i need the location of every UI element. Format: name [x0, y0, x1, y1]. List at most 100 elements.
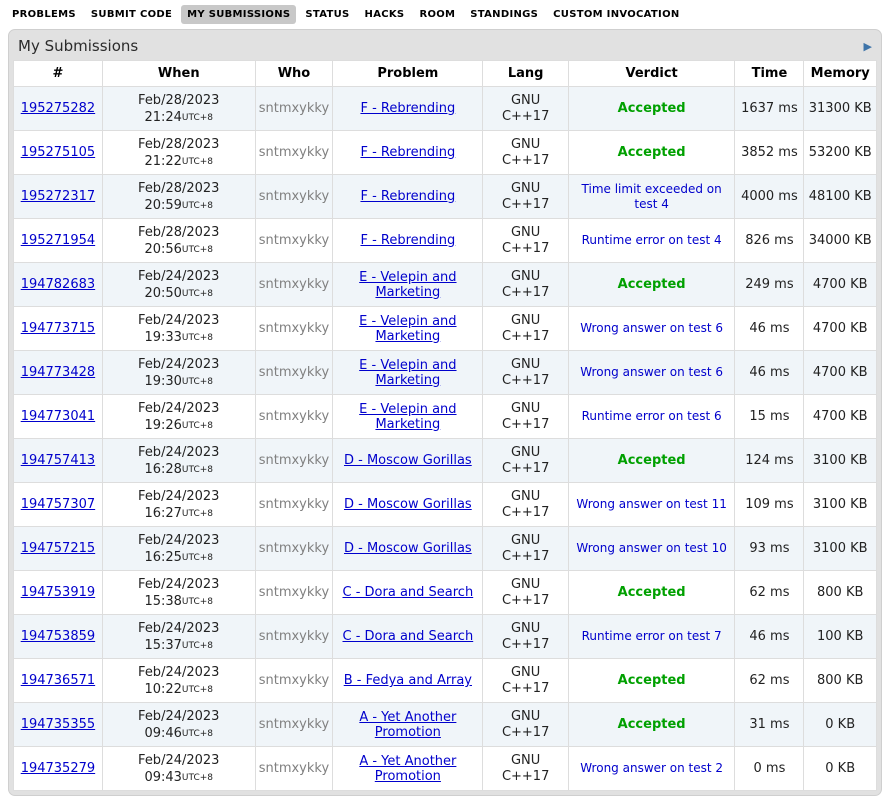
submission-when-cell: Feb/24/2023 19:30UTC+8 — [102, 351, 255, 395]
submission-lang-cell: GNU C++17 — [483, 175, 568, 219]
nav-item-my-submissions[interactable]: MY SUBMISSIONS — [181, 5, 296, 24]
problem-link[interactable]: F - Rebrending — [360, 101, 455, 116]
submission-time: 21:24 — [144, 110, 181, 125]
problem-link[interactable]: E - Velepin and Marketing — [359, 358, 456, 388]
timezone-label: UTC+8 — [182, 245, 213, 255]
nav-item-standings[interactable]: STANDINGS — [464, 5, 544, 24]
submission-id-link[interactable]: 194753919 — [21, 585, 95, 600]
submission-verdict-cell: Runtime error on test 7 — [568, 615, 735, 659]
submission-verdict-cell: Runtime error on test 6 — [568, 395, 735, 439]
verdict-text: Accepted — [618, 453, 686, 468]
top-nav: PROBLEMSSUBMIT CODEMY SUBMISSIONSSTATUSH… — [0, 0, 890, 27]
submission-id-cell: 194757307 — [14, 483, 103, 527]
submission-memory-cell: 0 KB — [804, 703, 877, 747]
submission-lang-cell: GNU C++17 — [483, 527, 568, 571]
user-link[interactable]: sntmxykky — [259, 453, 329, 468]
timezone-label: UTC+8 — [182, 773, 213, 783]
user-link[interactable]: sntmxykky — [259, 277, 329, 292]
submission-id-link[interactable]: 194773041 — [21, 409, 95, 424]
user-link[interactable]: sntmxykky — [259, 409, 329, 424]
submission-id-link[interactable]: 194753859 — [21, 629, 95, 644]
nav-item-status[interactable]: STATUS — [299, 5, 355, 24]
nav-item-problems[interactable]: PROBLEMS — [6, 5, 82, 24]
problem-link[interactable]: D - Moscow Gorillas — [344, 453, 472, 468]
problem-link[interactable]: C - Dora and Search — [343, 585, 474, 600]
user-link[interactable]: sntmxykky — [259, 585, 329, 600]
submission-id-cell: 194773041 — [14, 395, 103, 439]
user-link[interactable]: sntmxykky — [259, 717, 329, 732]
user-link[interactable]: sntmxykky — [259, 365, 329, 380]
timezone-label: UTC+8 — [182, 157, 213, 167]
user-link[interactable]: sntmxykky — [259, 541, 329, 556]
submission-exec-time-cell: 62 ms — [735, 659, 804, 703]
submission-date: Feb/24/2023 — [106, 268, 252, 285]
submission-id-link[interactable]: 194735279 — [21, 761, 95, 776]
submission-verdict-cell: Wrong answer on test 6 — [568, 307, 735, 351]
submission-id-link[interactable]: 194773715 — [21, 321, 95, 336]
user-link[interactable]: sntmxykky — [259, 101, 329, 116]
submission-date: Feb/24/2023 — [106, 708, 252, 725]
nav-item-submit-code[interactable]: SUBMIT CODE — [85, 5, 178, 24]
user-link[interactable]: sntmxykky — [259, 629, 329, 644]
submission-id-link[interactable]: 194757307 — [21, 497, 95, 512]
submission-id-link[interactable]: 195275105 — [21, 145, 95, 160]
submission-date: Feb/28/2023 — [106, 224, 252, 241]
user-link[interactable]: sntmxykky — [259, 673, 329, 688]
nav-item-hacks[interactable]: HACKS — [359, 5, 411, 24]
submission-id-link[interactable]: 194773428 — [21, 365, 95, 380]
submission-verdict-cell: Time limit exceeded on test 4 — [568, 175, 735, 219]
problem-link[interactable]: E - Velepin and Marketing — [359, 402, 456, 432]
submission-lang-cell: GNU C++17 — [483, 307, 568, 351]
submission-when-cell: Feb/24/2023 16:28UTC+8 — [102, 439, 255, 483]
submission-id-link[interactable]: 194735355 — [21, 717, 95, 732]
nav-item-custom-invocation[interactable]: CUSTOM INVOCATION — [547, 5, 685, 24]
problem-link[interactable]: F - Rebrending — [360, 189, 455, 204]
submission-id-link[interactable]: 195271954 — [21, 233, 95, 248]
submission-verdict-cell: Wrong answer on test 10 — [568, 527, 735, 571]
submission-id-link[interactable]: 194757413 — [21, 453, 95, 468]
submission-when-cell: Feb/28/2023 21:22UTC+8 — [102, 131, 255, 175]
user-link[interactable]: sntmxykky — [259, 233, 329, 248]
table-row: 194735279 Feb/24/2023 09:43UTC+8 sntmxyk… — [14, 747, 877, 791]
submission-verdict-cell: Accepted — [568, 131, 735, 175]
problem-link[interactable]: E - Velepin and Marketing — [359, 270, 456, 300]
submission-id-link[interactable]: 194757215 — [21, 541, 95, 556]
submission-verdict-cell: Runtime error on test 4 — [568, 219, 735, 263]
submission-when-cell: Feb/24/2023 15:38UTC+8 — [102, 571, 255, 615]
user-link[interactable]: sntmxykky — [259, 761, 329, 776]
submission-problem-cell: E - Velepin and Marketing — [333, 351, 483, 395]
verdict-text: Accepted — [618, 145, 686, 160]
submission-when-cell: Feb/24/2023 09:43UTC+8 — [102, 747, 255, 791]
nav-item-room[interactable]: ROOM — [413, 5, 461, 24]
submission-exec-time-cell: 4000 ms — [735, 175, 804, 219]
user-link[interactable]: sntmxykky — [259, 497, 329, 512]
submission-when-cell: Feb/24/2023 19:33UTC+8 — [102, 307, 255, 351]
problem-link[interactable]: A - Yet Another Promotion — [359, 754, 456, 784]
submission-id-cell: 194736571 — [14, 659, 103, 703]
problem-link[interactable]: C - Dora and Search — [343, 629, 474, 644]
submission-date: Feb/24/2023 — [106, 664, 252, 681]
submission-exec-time-cell: 46 ms — [735, 615, 804, 659]
problem-link[interactable]: D - Moscow Gorillas — [344, 497, 472, 512]
submission-when-cell: Feb/28/2023 20:56UTC+8 — [102, 219, 255, 263]
problem-link[interactable]: F - Rebrending — [360, 145, 455, 160]
user-link[interactable]: sntmxykky — [259, 189, 329, 204]
problem-link[interactable]: B - Fedya and Array — [344, 673, 472, 688]
submission-id-link[interactable]: 195272317 — [21, 189, 95, 204]
submission-id-cell: 194773715 — [14, 307, 103, 351]
submission-id-link[interactable]: 194782683 — [21, 277, 95, 292]
verdict-text: Accepted — [618, 585, 686, 600]
problem-link[interactable]: E - Velepin and Marketing — [359, 314, 456, 344]
column-header-id: # — [14, 61, 103, 87]
submission-exec-time-cell: 826 ms — [735, 219, 804, 263]
problem-link[interactable]: A - Yet Another Promotion — [359, 710, 456, 740]
submission-problem-cell: E - Velepin and Marketing — [333, 263, 483, 307]
user-link[interactable]: sntmxykky — [259, 145, 329, 160]
table-header-row: #WhenWhoProblemLangVerdictTimeMemory — [14, 61, 877, 87]
expand-arrow-icon[interactable]: ▶ — [864, 41, 872, 52]
submission-id-link[interactable]: 194736571 — [21, 673, 95, 688]
problem-link[interactable]: F - Rebrending — [360, 233, 455, 248]
problem-link[interactable]: D - Moscow Gorillas — [344, 541, 472, 556]
user-link[interactable]: sntmxykky — [259, 321, 329, 336]
submission-id-link[interactable]: 195275282 — [21, 101, 95, 116]
